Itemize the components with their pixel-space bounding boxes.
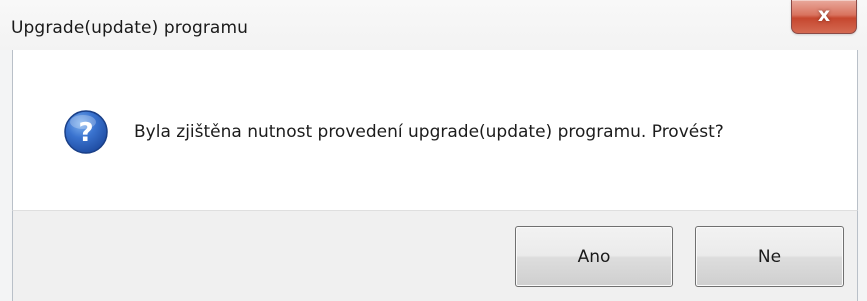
dialog-content: ? Byla zjištěna nutnost provedení upgrad… xyxy=(12,50,858,210)
question-icon: ? xyxy=(64,110,108,154)
close-icon: x xyxy=(817,4,831,26)
dialog-window: Upgrade(update) programu x ? Byla zjiště… xyxy=(0,0,867,301)
window-title: Upgrade(update) programu xyxy=(11,18,248,38)
no-button[interactable]: Ne xyxy=(695,226,844,287)
dialog-message: Byla zjištěna nutnost provedení upgrade(… xyxy=(134,122,724,142)
yes-button[interactable]: Ano xyxy=(515,226,673,287)
svg-text:?: ? xyxy=(78,118,93,148)
close-button[interactable]: x xyxy=(791,0,857,34)
title-bar[interactable]: Upgrade(update) programu x xyxy=(0,0,867,50)
